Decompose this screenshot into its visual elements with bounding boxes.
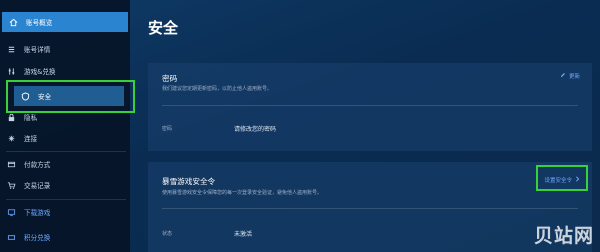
- lock-icon: [6, 112, 16, 122]
- sidebar-item-overview[interactable]: 账号概览: [2, 12, 128, 32]
- cart-icon: [6, 180, 16, 190]
- status-row-value: 未激活: [234, 231, 253, 238]
- highlight-box-security: [6, 80, 135, 113]
- ticket-icon: [6, 232, 16, 242]
- sidebar-item-label: 游戏&兑换: [24, 68, 56, 76]
- sidebar-item-games[interactable]: 游戏&兑换: [0, 61, 130, 81]
- sidebar-item-label: 账号概览: [26, 19, 53, 27]
- link-icon: [6, 133, 16, 143]
- download-icon: [6, 207, 16, 217]
- sidebar-item-label: 隐私: [24, 114, 38, 122]
- sidebar: 账号概览 账号详情 游戏&兑换 安全 隐私 连接 付款方式 交易记录 下载游戏 …: [0, 0, 130, 252]
- password-card: 密码 我们建议您定期更新密码，以防止他人盗用账号。 更新 密码 请修改您的密码: [148, 63, 592, 151]
- card-divider: [162, 208, 578, 209]
- page-title: 安全: [148, 19, 179, 37]
- home-icon: [8, 17, 18, 27]
- sidebar-item-account-details[interactable]: 账号详情: [0, 39, 130, 59]
- sidebar-item-transactions[interactable]: 交易记录: [0, 175, 130, 195]
- sidebar-item-label: 账号详情: [24, 46, 51, 54]
- sidebar-item-download[interactable]: 下载游戏: [0, 202, 130, 222]
- menu-icon: [6, 44, 16, 54]
- pencil-icon: [560, 72, 566, 80]
- authenticator-card: 暴雪游戏安全令 使用暴雪游戏安全令保障您的每一次登录安全验证，避免他人盗用账号。…: [148, 162, 592, 252]
- password-row-value: 请修改您的密码: [234, 126, 277, 133]
- sliders-icon: [6, 66, 16, 76]
- sidebar-item-label: 连接: [24, 135, 38, 143]
- edit-password-label: 更新: [568, 74, 580, 80]
- sidebar-divider: [6, 199, 126, 200]
- sidebar-item-connections[interactable]: 连接: [0, 128, 130, 148]
- authenticator-card-description: 使用暴雪游戏安全令保障您的每一次登录安全验证，避免他人盗用账号。: [162, 190, 323, 196]
- status-row-label: 状态: [162, 231, 173, 237]
- sidebar-item-redeem[interactable]: 积分兑换: [0, 227, 130, 247]
- sidebar-item-payment[interactable]: 付款方式: [0, 154, 130, 174]
- password-row-label: 密码: [162, 126, 173, 132]
- edit-password-link[interactable]: 更新: [560, 72, 580, 80]
- sidebar-item-label: 下载游戏: [24, 209, 51, 217]
- password-card-description: 我们建议您定期更新密码，以防止他人盗用账号。: [162, 86, 273, 92]
- sidebar-item-label: 交易记录: [24, 182, 51, 190]
- authenticator-card-title: 暴雪游戏安全令: [162, 177, 216, 186]
- password-card-title: 密码: [162, 74, 178, 83]
- card-icon: [6, 159, 16, 169]
- sidebar-divider: [6, 151, 126, 152]
- sidebar-item-label: 积分兑换: [24, 234, 51, 242]
- sidebar-item-label: 付款方式: [24, 161, 51, 169]
- watermark: 贝站网: [533, 225, 594, 247]
- card-divider: [162, 105, 578, 106]
- highlight-box-setup: [536, 165, 588, 191]
